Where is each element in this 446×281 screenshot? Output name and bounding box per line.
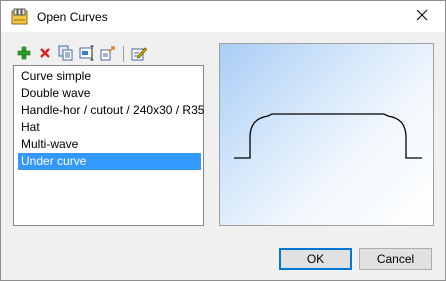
list-item-selected[interactable]: Under curve	[18, 153, 201, 170]
toolbar-separator	[123, 46, 124, 62]
rename-curve-button[interactable]	[78, 45, 96, 63]
cancel-button[interactable]: Cancel	[359, 248, 432, 270]
title-bar[interactable]: Open Curves	[1, 1, 445, 32]
toolbar	[15, 45, 151, 63]
ok-button[interactable]: OK	[279, 248, 352, 270]
list-item[interactable]: Multi-wave	[18, 136, 201, 153]
curve-list[interactable]: Curve simple Double wave Handle-hor / cu…	[13, 65, 204, 226]
copy-curve-button[interactable]	[57, 45, 75, 63]
list-item[interactable]: Hat	[18, 119, 201, 136]
curves-app-icon	[11, 8, 28, 25]
edit-curve-button[interactable]	[130, 45, 148, 63]
export-icon	[100, 45, 116, 64]
open-curves-dialog: Open Curves Curve simple Double wave Han…	[0, 0, 446, 281]
delete-x-icon	[39, 47, 51, 62]
curve-preview-drawing	[234, 113, 422, 159]
plus-icon	[17, 46, 31, 63]
curve-preview	[219, 43, 434, 226]
list-item[interactable]: Curve simple	[18, 68, 201, 85]
list-item[interactable]: Handle-hor / cutout / 240x30 / R35	[18, 102, 204, 119]
close-button[interactable]	[399, 1, 445, 32]
window-title: Open Curves	[37, 10, 108, 24]
rename-icon	[79, 45, 95, 64]
close-icon	[416, 9, 428, 24]
list-item[interactable]: Double wave	[18, 85, 201, 102]
add-curve-button[interactable]	[15, 45, 33, 63]
delete-curve-button[interactable]	[36, 45, 54, 63]
edit-pencil-icon	[131, 45, 148, 64]
export-curve-button[interactable]	[99, 45, 117, 63]
copy-icon	[58, 45, 74, 64]
